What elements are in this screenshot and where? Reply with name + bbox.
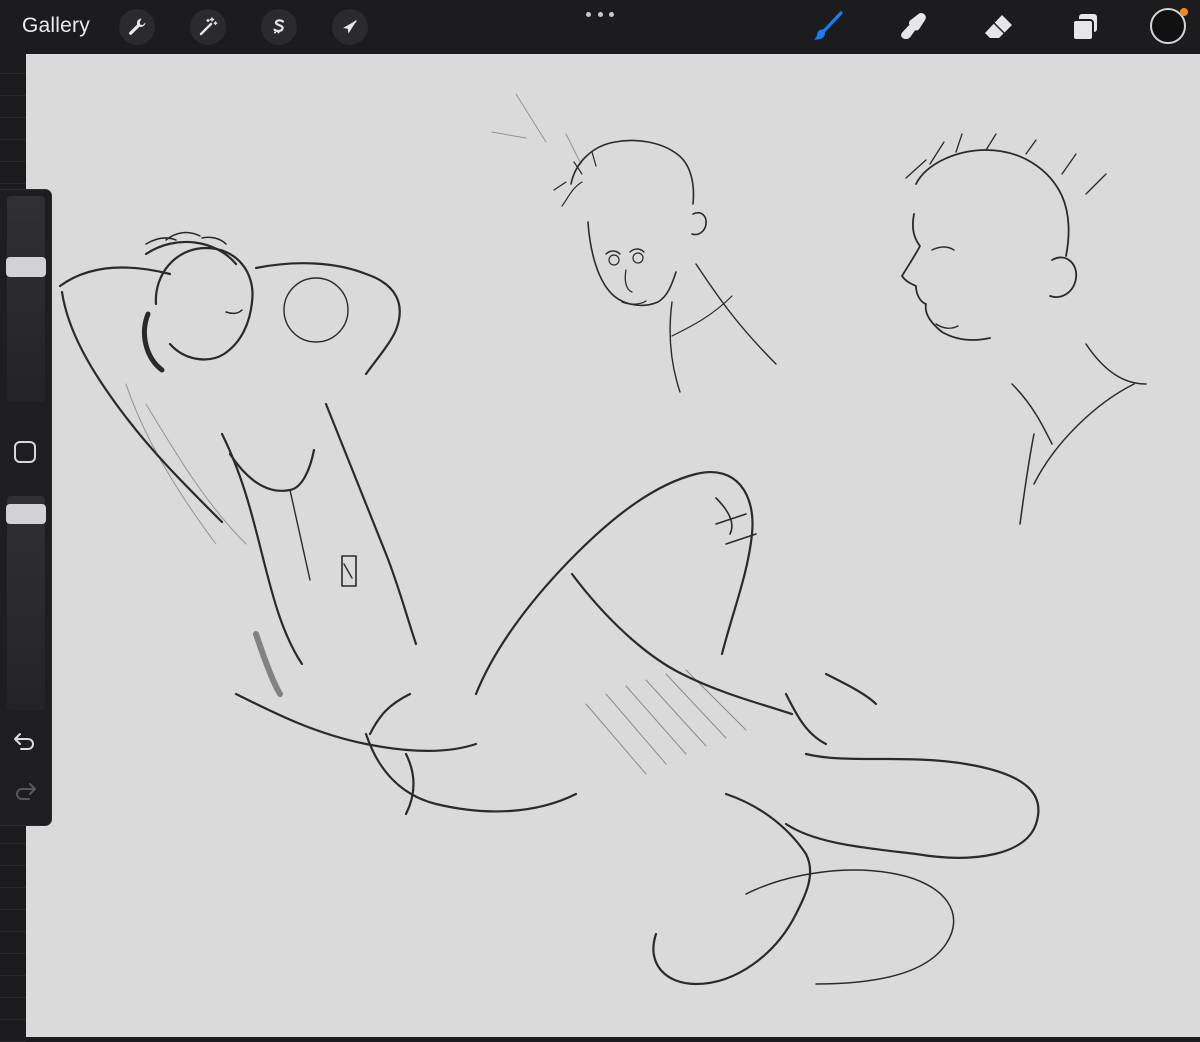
smudge-tool-button[interactable] <box>894 8 932 46</box>
redo-button[interactable] <box>10 776 40 806</box>
arrow-cursor-icon <box>343 20 357 34</box>
canvas-bottom-edge <box>26 1037 1200 1042</box>
layers-button[interactable] <box>1066 8 1104 46</box>
smudge-finger-icon <box>901 13 926 40</box>
brush-size-slider-thumb[interactable] <box>6 257 46 278</box>
brush-size-slider[interactable] <box>7 196 45 402</box>
eraser-icon <box>985 15 1012 38</box>
gallery-button[interactable]: Gallery <box>22 14 90 38</box>
brush-tool-button[interactable] <box>809 8 847 46</box>
undo-icon <box>14 733 34 750</box>
actions-button[interactable] <box>119 9 155 45</box>
left-sidebar <box>0 190 51 825</box>
opacity-slider[interactable] <box>7 496 45 710</box>
wrench-icon <box>129 18 146 35</box>
layers-icon <box>1072 14 1097 41</box>
ellipsis-icon <box>586 11 591 17</box>
adjustments-button[interactable] <box>190 9 226 45</box>
magic-wand-icon <box>199 17 218 36</box>
modifier-button[interactable] <box>14 441 36 463</box>
top-toolbar: Gallery <box>0 0 1200 54</box>
selection-button[interactable] <box>261 9 297 45</box>
opacity-slider-thumb[interactable] <box>6 504 46 524</box>
transform-button[interactable] <box>332 9 368 45</box>
eraser-tool-button[interactable] <box>980 8 1018 46</box>
more-options-button[interactable] <box>586 8 614 20</box>
undo-button[interactable] <box>10 726 40 756</box>
color-indicator-dot <box>1180 8 1188 16</box>
drawing-canvas[interactable] <box>26 54 1200 1037</box>
selection-s-icon <box>273 19 285 34</box>
sketch-artwork <box>26 54 1200 1037</box>
brush-icon <box>814 11 843 40</box>
redo-icon <box>16 783 36 800</box>
